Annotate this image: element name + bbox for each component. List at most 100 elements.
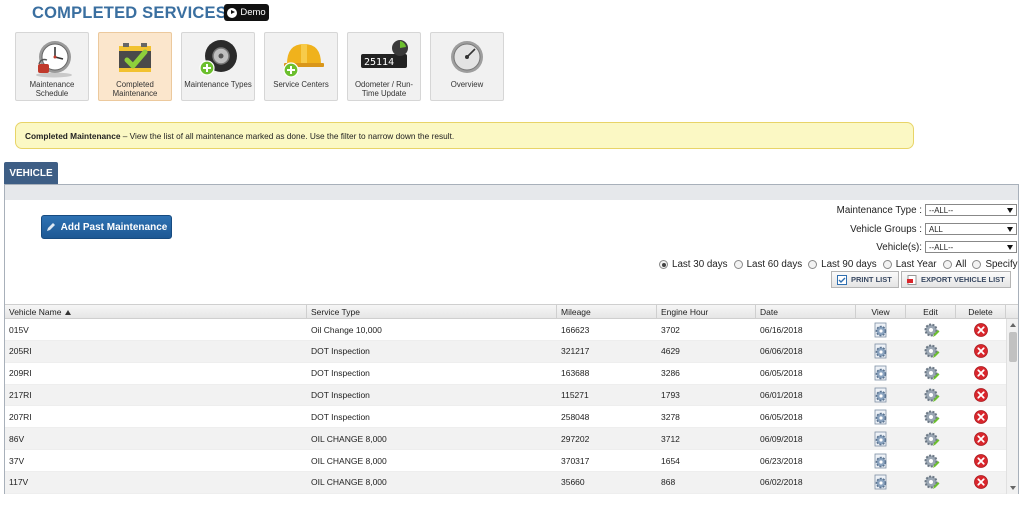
nav-tile-odometer-update[interactable]: 25114 Odometer / Run-Time Update — [347, 32, 421, 101]
vehicle-groups-label: Vehicle Groups : — [850, 223, 922, 235]
vehicles-select[interactable]: --ALL-- — [925, 241, 1017, 253]
maintenance-type-select[interactable]: --ALL-- — [925, 204, 1017, 216]
nav-tile-label: Service Centers — [273, 80, 329, 89]
cell-edit — [906, 406, 956, 427]
edit-gear-icon[interactable] — [922, 430, 940, 448]
tab-vehicle[interactable]: VEHICLE — [4, 162, 58, 185]
table-row[interactable]: 117V OIL CHANGE 8,000 35660 868 06/02/20… — [5, 471, 1006, 494]
vehicle-groups-filter: Vehicle Groups : ALL — [850, 223, 1017, 235]
cell-edit — [906, 319, 956, 340]
delete-icon[interactable] — [972, 430, 990, 448]
edit-gear-icon[interactable] — [922, 321, 940, 339]
table-scrollbar[interactable] — [1006, 319, 1018, 494]
nav-tile-maintenance-types[interactable]: Maintenance Types — [181, 32, 255, 101]
vehicles-filter: Vehicle(s): --ALL-- — [876, 241, 1017, 253]
cell-delete — [956, 472, 1006, 493]
cell-mileage: 370317 — [561, 455, 590, 466]
radio-button[interactable] — [659, 260, 668, 269]
edit-gear-icon[interactable] — [922, 452, 940, 470]
cell-view — [856, 428, 906, 449]
edit-gear-icon[interactable] — [922, 473, 940, 491]
delete-icon[interactable] — [972, 364, 990, 382]
table-row[interactable]: 86V OIL CHANGE 8,000 297202 3712 06/09/2… — [5, 428, 1006, 451]
column-header-mileage[interactable]: Mileage — [557, 305, 657, 319]
radio-button[interactable] — [808, 260, 818, 269]
scroll-up-icon[interactable] — [1010, 323, 1016, 327]
edit-gear-icon[interactable] — [922, 342, 940, 360]
radio-button[interactable] — [882, 260, 892, 269]
radio-button[interactable] — [972, 260, 982, 269]
table-row[interactable]: 209RI DOT Inspection 163688 3286 06/05/2… — [5, 363, 1006, 385]
view-gear-icon[interactable] — [872, 364, 890, 382]
radio-all[interactable]: All — [942, 259, 966, 270]
delete-icon[interactable] — [972, 408, 990, 426]
cell-vehicle-name: 209RI — [9, 368, 32, 379]
cell-view — [856, 341, 906, 362]
radio-specify[interactable]: Specify — [972, 259, 1018, 270]
export-vehicle-list-button[interactable]: EXPORT VEHICLE LIST — [901, 271, 1011, 288]
cell-view — [856, 319, 906, 340]
add-past-maintenance-button[interactable]: Add Past Maintenance — [41, 215, 172, 239]
cell-date: 06/09/2018 — [760, 433, 803, 444]
table-row[interactable]: 207RI DOT Inspection 258048 3278 06/05/2… — [5, 406, 1006, 429]
view-gear-icon[interactable] — [872, 452, 890, 470]
column-header-date[interactable]: Date — [756, 305, 856, 319]
radio-button[interactable] — [733, 260, 743, 269]
nav-tile-completed-maintenance[interactable]: Completed Maintenance — [98, 32, 172, 101]
radio-last-year[interactable]: Last Year — [882, 259, 937, 270]
date-range-options: Last 30 days Last 60 days Last 90 days L… — [659, 258, 1018, 271]
cell-mileage: 115271 — [561, 390, 589, 401]
nav-tile-label: Odometer / Run-Time Update — [354, 80, 414, 98]
edit-gear-icon[interactable] — [922, 364, 940, 382]
cell-date: 06/05/2018 — [760, 368, 803, 379]
delete-icon[interactable] — [972, 321, 990, 339]
nav-tile-label: Completed Maintenance — [112, 80, 158, 98]
table-row[interactable]: 205RI DOT Inspection 321217 4629 06/06/2… — [5, 340, 1006, 363]
view-gear-icon[interactable] — [872, 408, 890, 426]
view-gear-icon[interactable] — [872, 473, 890, 491]
cell-vehicle-name: 015V — [9, 324, 29, 335]
table-header: Vehicle Name Service Type Mileage Engine… — [5, 304, 1018, 319]
banner-title: Completed Maintenance — [25, 130, 121, 141]
radio-button[interactable] — [942, 260, 952, 269]
view-gear-icon[interactable] — [872, 386, 890, 404]
edit-gear-icon[interactable] — [922, 386, 940, 404]
nav-tile-label: Overview — [450, 80, 484, 89]
radio-last-90-days[interactable]: Last 90 days — [808, 259, 877, 270]
column-header-vehicle-name[interactable]: Vehicle Name — [5, 305, 307, 319]
delete-icon[interactable] — [972, 342, 990, 360]
column-header-engine-hour[interactable]: Engine Hour — [657, 305, 756, 319]
delete-icon[interactable] — [972, 452, 990, 470]
delete-icon[interactable] — [972, 386, 990, 404]
delete-icon[interactable] — [972, 473, 990, 491]
nav-tile-service-centers[interactable]: Service Centers — [264, 32, 338, 101]
scroll-down-icon[interactable] — [1010, 486, 1016, 490]
table-row[interactable]: 37V OIL CHANGE 8,000 370317 1654 06/23/2… — [5, 450, 1006, 472]
cell-delete — [956, 319, 1006, 340]
cell-date: 06/23/2018 — [760, 455, 803, 466]
cell-engine-hour: 3286 — [661, 368, 680, 379]
radio-last-30-days[interactable]: Last 30 days — [659, 259, 728, 270]
gauge-icon — [451, 41, 483, 73]
scrollbar-thumb[interactable] — [1009, 332, 1017, 362]
radio-last-60-days[interactable]: Last 60 days — [733, 259, 802, 270]
print-list-label: PRINT LIST — [851, 275, 892, 284]
table-row[interactable]: 015V Oil Change 10,000 166623 3702 06/16… — [5, 319, 1006, 341]
print-list-button[interactable]: PRINT LIST — [831, 271, 899, 288]
cell-mileage: 321217 — [561, 346, 590, 357]
header-label: Edit — [923, 307, 938, 317]
cell-date: 06/02/2018 — [760, 477, 803, 488]
cell-delete — [956, 406, 1006, 427]
view-gear-icon[interactable] — [872, 430, 890, 448]
edit-gear-icon[interactable] — [922, 408, 940, 426]
view-gear-icon[interactable] — [872, 321, 890, 339]
cell-date: 06/06/2018 — [760, 346, 803, 357]
demo-button[interactable]: Demo — [224, 4, 269, 21]
view-gear-icon[interactable] — [872, 342, 890, 360]
column-header-service-type[interactable]: Service Type — [307, 305, 557, 319]
nav-tile-maintenance-schedule[interactable]: Maintenance Schedule — [15, 32, 89, 101]
nav-tile-overview[interactable]: Overview — [430, 32, 504, 101]
vehicle-groups-select[interactable]: ALL — [925, 223, 1017, 235]
maintenance-type-label: Maintenance Type : — [836, 204, 922, 216]
table-row[interactable]: 217RI DOT Inspection 115271 1793 06/01/2… — [5, 384, 1006, 407]
